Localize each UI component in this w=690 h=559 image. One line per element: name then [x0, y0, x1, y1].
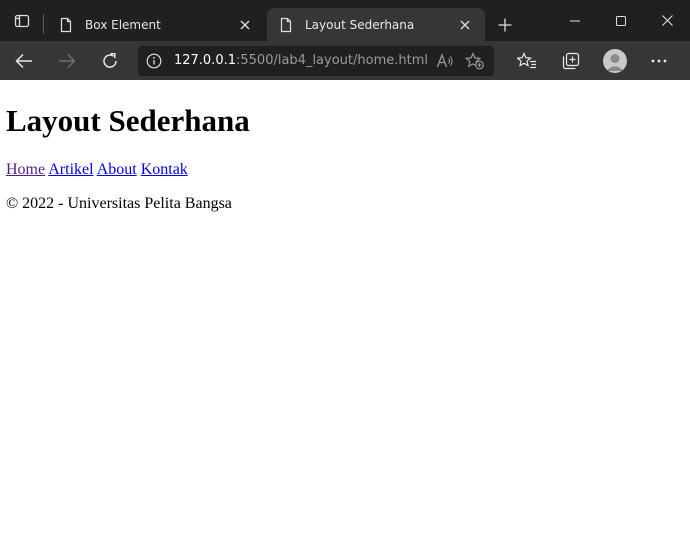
tab-box-element[interactable]: Box Element: [47, 8, 265, 41]
profile-button[interactable]: [596, 45, 634, 77]
minimize-button[interactable]: [552, 0, 598, 41]
collections-button[interactable]: [552, 45, 590, 77]
forward-button[interactable]: [49, 45, 86, 77]
page-viewport: Layout Sederhana Home Artikel About Kont…: [0, 80, 690, 559]
nav-link-about[interactable]: About: [97, 161, 137, 178]
window-controls: [552, 0, 690, 41]
url-host: 127.0.0.1: [173, 53, 236, 68]
window-close-button[interactable]: [644, 0, 690, 41]
read-aloud-icon: [436, 52, 453, 67]
read-aloud-button[interactable]: [432, 48, 458, 74]
favorites-icon: [517, 51, 536, 68]
window-close-icon: [661, 15, 673, 26]
page-icon: [60, 17, 72, 32]
nav-link-kontak[interactable]: Kontak: [141, 161, 188, 178]
close-icon: [460, 20, 470, 29]
main-nav: Home Artikel About Kontak: [6, 160, 684, 179]
favorites-button[interactable]: [508, 45, 546, 77]
more-button[interactable]: [640, 45, 678, 77]
forward-arrow-icon: [58, 53, 76, 68]
page-heading: Layout Sederhana: [6, 103, 250, 138]
tab-actions-button[interactable]: [0, 0, 44, 41]
maximize-button[interactable]: [598, 0, 644, 41]
nav-link-home[interactable]: Home: [6, 161, 45, 178]
url-path: :5500/lab4_layout/home.html: [236, 53, 428, 68]
refresh-icon: [102, 52, 117, 68]
browser-window: Box Element Layout Sederhana 127.0.0.1:5…: [0, 0, 690, 559]
close-icon: [240, 20, 250, 29]
address-bar[interactable]: 127.0.0.1:5500/lab4_layout/home.html: [137, 45, 494, 76]
new-tab-button[interactable]: [487, 8, 523, 41]
info-icon[interactable]: [146, 53, 162, 69]
tab-strip: Box Element Layout Sederhana: [0, 0, 690, 41]
tab-close-button[interactable]: [235, 15, 255, 35]
more-icon: [651, 59, 667, 62]
tab-title: Box Element: [85, 17, 161, 32]
maximize-icon: [616, 15, 626, 26]
url-text[interactable]: 127.0.0.1:5500/lab4_layout/home.html: [174, 53, 428, 68]
tab-close-button[interactable]: [455, 15, 475, 35]
profile-avatar: [603, 48, 627, 73]
refresh-button[interactable]: [91, 45, 128, 77]
page-icon: [280, 17, 292, 32]
browser-toolbar: 127.0.0.1:5500/lab4_layout/home.html: [0, 41, 690, 80]
back-button[interactable]: [6, 45, 43, 77]
plus-icon: [498, 18, 512, 31]
tab-layout-sederhana[interactable]: Layout Sederhana: [267, 8, 485, 41]
minimize-icon: [570, 20, 580, 21]
add-favorite-button[interactable]: [462, 48, 488, 74]
tab-title: Layout Sederhana: [305, 17, 415, 32]
nav-link-artikel[interactable]: Artikel: [48, 161, 93, 178]
page-footer: © 2022 - Universitas Pelita Bangsa: [6, 195, 232, 212]
back-arrow-icon: [15, 53, 33, 68]
collections-icon: [562, 52, 580, 69]
tab-actions-icon: [14, 14, 30, 27]
add-favorite-icon: [465, 51, 484, 69]
toolbar-right-group: [508, 45, 684, 77]
